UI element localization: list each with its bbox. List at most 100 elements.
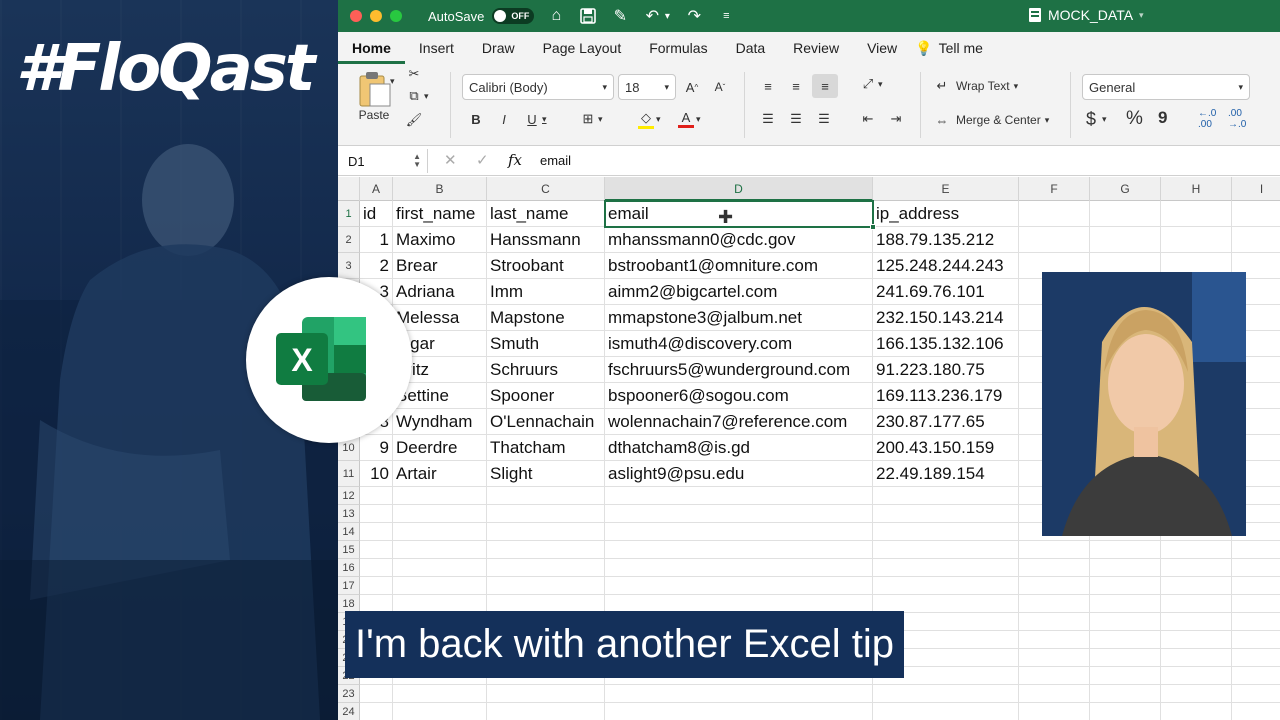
- orientation-icon[interactable]: ⤢ ▾: [858, 74, 883, 94]
- column-header-f[interactable]: F: [1019, 177, 1090, 201]
- tab-home[interactable]: Home: [338, 32, 405, 64]
- cell-h18[interactable]: [1161, 595, 1232, 613]
- number-format-select[interactable]: General ▾: [1082, 74, 1250, 100]
- font-color-button[interactable]: A ▾: [676, 109, 701, 129]
- cell-a12[interactable]: [360, 487, 393, 505]
- cell-c15[interactable]: [487, 541, 605, 559]
- align-center-icon[interactable]: ☰: [786, 109, 806, 129]
- align-middle-icon[interactable]: ≡: [786, 76, 806, 96]
- cell-c2[interactable]: Hanssmann: [487, 227, 605, 253]
- cell-c5[interactable]: Mapstone: [487, 305, 605, 331]
- tab-formulas[interactable]: Formulas: [635, 32, 721, 64]
- cell-e3[interactable]: 125.248.244.243: [873, 253, 1019, 279]
- cell-h2[interactable]: [1161, 227, 1232, 253]
- cell-c12[interactable]: [487, 487, 605, 505]
- cell-c7[interactable]: Schruurs: [487, 357, 605, 383]
- copy-icon[interactable]: ⧉ ▾: [404, 86, 428, 106]
- cell-g17[interactable]: [1090, 577, 1161, 595]
- increase-indent-icon[interactable]: ⇥: [886, 109, 906, 129]
- cell-e6[interactable]: 166.135.132.106: [873, 331, 1019, 357]
- column-header-e[interactable]: E: [873, 177, 1019, 201]
- align-left-icon[interactable]: ☰: [758, 109, 778, 129]
- cell-g15[interactable]: [1090, 541, 1161, 559]
- cell-b2[interactable]: Maximo: [393, 227, 487, 253]
- row-header-11[interactable]: 11: [338, 461, 360, 487]
- row-header-2[interactable]: 2: [338, 227, 360, 253]
- cell-h21[interactable]: [1161, 649, 1232, 667]
- cell-g21[interactable]: [1090, 649, 1161, 667]
- cell-d23[interactable]: [605, 685, 873, 703]
- row-header-17[interactable]: 17: [338, 577, 360, 595]
- cell-a1[interactable]: id: [360, 201, 393, 227]
- cell-c17[interactable]: [487, 577, 605, 595]
- cell-i1[interactable]: [1232, 201, 1280, 227]
- undo-dropdown-icon[interactable]: ▾: [662, 6, 672, 26]
- comma-style-button[interactable]: 9: [1158, 108, 1167, 128]
- cell-d6[interactable]: ismuth4@discovery.com: [605, 331, 873, 357]
- tab-draw[interactable]: Draw: [468, 32, 529, 64]
- bold-button[interactable]: B: [466, 109, 486, 129]
- cell-f23[interactable]: [1019, 685, 1090, 703]
- cell-d12[interactable]: [605, 487, 873, 505]
- cell-a14[interactable]: [360, 523, 393, 541]
- decrease-indent-icon[interactable]: ⇤: [858, 109, 878, 129]
- cell-e9[interactable]: 230.87.177.65: [873, 409, 1019, 435]
- column-header-a[interactable]: A: [360, 177, 393, 201]
- cell-c14[interactable]: [487, 523, 605, 541]
- decrease-decimal-icon[interactable]: .00 →.0: [1228, 108, 1246, 130]
- chevron-down-icon[interactable]: ▾: [1139, 10, 1144, 21]
- cell-b23[interactable]: [393, 685, 487, 703]
- customize-toolbar-icon[interactable]: ≡: [716, 6, 736, 26]
- cell-d7[interactable]: fschruurs5@wunderground.com: [605, 357, 873, 383]
- italic-button[interactable]: I: [494, 109, 514, 129]
- cell-f18[interactable]: [1019, 595, 1090, 613]
- cell-a17[interactable]: [360, 577, 393, 595]
- cell-d8[interactable]: bspooner6@sogou.com: [605, 383, 873, 409]
- cell-i24[interactable]: [1232, 703, 1280, 720]
- cell-e23[interactable]: [873, 685, 1019, 703]
- cell-e16[interactable]: [873, 559, 1019, 577]
- minimize-window-button[interactable]: [370, 10, 382, 22]
- row-header-12[interactable]: 12: [338, 487, 360, 505]
- cell-b17[interactable]: [393, 577, 487, 595]
- name-box[interactable]: D1 ▲ ▼: [344, 149, 428, 173]
- cell-c6[interactable]: Smuth: [487, 331, 605, 357]
- enter-check-icon[interactable]: ✓: [476, 151, 489, 169]
- cell-d13[interactable]: [605, 505, 873, 523]
- cell-c3[interactable]: Stroobant: [487, 253, 605, 279]
- cell-e10[interactable]: 200.43.150.159: [873, 435, 1019, 461]
- wrap-text-button[interactable]: ↵ Wrap Text ▾: [932, 76, 1019, 96]
- font-size-select[interactable]: 18 ▾: [618, 74, 676, 100]
- row-header-23[interactable]: 23: [338, 685, 360, 703]
- cancel-icon[interactable]: ✕: [444, 151, 457, 169]
- cell-d3[interactable]: bstroobant1@omniture.com: [605, 253, 873, 279]
- cell-h20[interactable]: [1161, 631, 1232, 649]
- cell-b11[interactable]: Artair: [393, 461, 487, 487]
- tab-page-layout[interactable]: Page Layout: [529, 32, 636, 64]
- cell-a2[interactable]: 1: [360, 227, 393, 253]
- row-header-15[interactable]: 15: [338, 541, 360, 559]
- row-header-16[interactable]: 16: [338, 559, 360, 577]
- cell-c11[interactable]: Slight: [487, 461, 605, 487]
- cell-b13[interactable]: [393, 505, 487, 523]
- merge-center-button[interactable]: ⇔ Merge & Center ▾: [932, 110, 1050, 130]
- cell-e12[interactable]: [873, 487, 1019, 505]
- column-header-i[interactable]: I: [1232, 177, 1280, 201]
- close-window-button[interactable]: [350, 10, 362, 22]
- cell-d17[interactable]: [605, 577, 873, 595]
- cell-f20[interactable]: [1019, 631, 1090, 649]
- cell-b1[interactable]: first_name: [393, 201, 487, 227]
- cell-d1[interactable]: email: [605, 201, 873, 227]
- paste-dropdown[interactable]: ▾: [390, 76, 395, 87]
- cell-b12[interactable]: [393, 487, 487, 505]
- row-header-1[interactable]: 1: [338, 201, 360, 227]
- cell-g2[interactable]: [1090, 227, 1161, 253]
- tab-insert[interactable]: Insert: [405, 32, 468, 64]
- underline-button[interactable]: U ▾: [522, 109, 546, 129]
- cell-a24[interactable]: [360, 703, 393, 720]
- cell-g24[interactable]: [1090, 703, 1161, 720]
- cell-c16[interactable]: [487, 559, 605, 577]
- cell-h19[interactable]: [1161, 613, 1232, 631]
- cell-d14[interactable]: [605, 523, 873, 541]
- cell-f15[interactable]: [1019, 541, 1090, 559]
